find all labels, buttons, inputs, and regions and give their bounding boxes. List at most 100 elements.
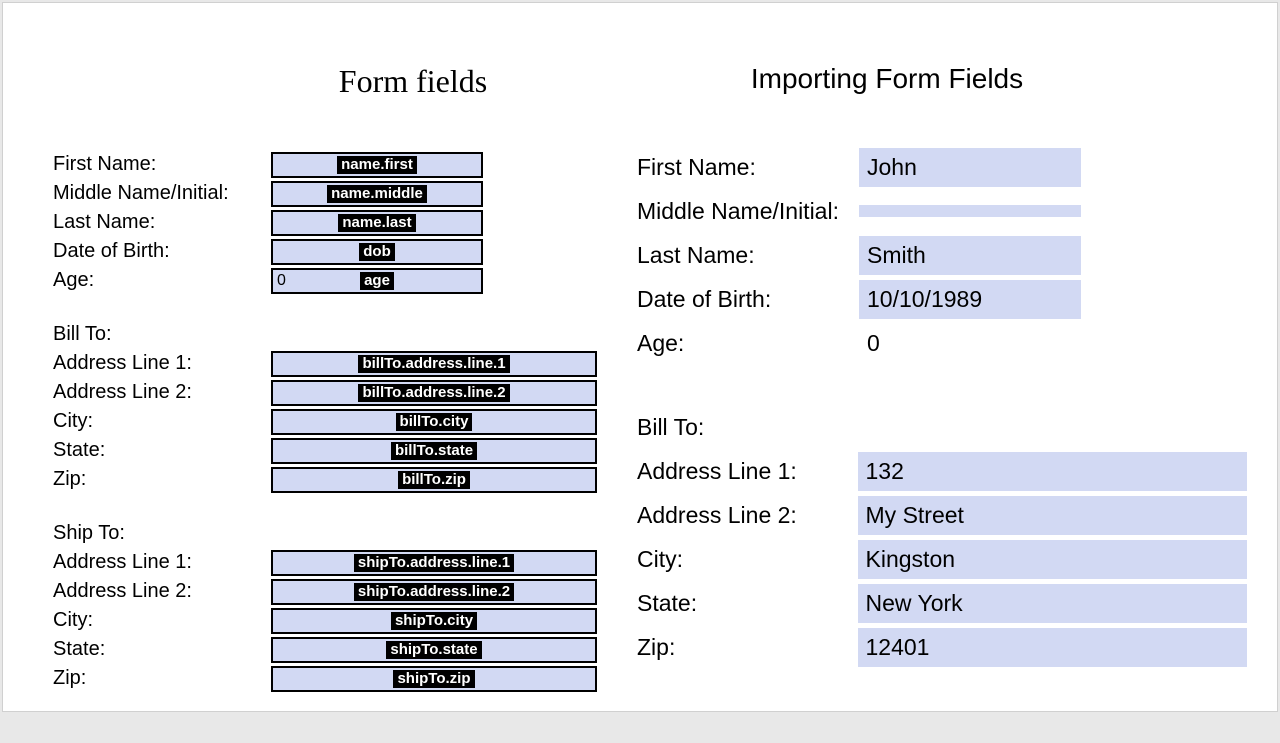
shipto-zip-label: Zip:: [53, 667, 271, 690]
shipto-addr2-label: Address Line 2:: [53, 580, 271, 603]
shipto-state-label: State:: [53, 638, 271, 661]
shipto-addr1-row: Address Line 1: shipTo.address.line.1: [53, 548, 597, 577]
r-billto-section-row: Bill To:: [637, 405, 1247, 449]
r-billto-section-label: Bill To:: [637, 414, 859, 441]
r-addr1-row: Address Line 1: 132: [637, 449, 1247, 493]
r-zip-value: 12401: [858, 628, 1247, 667]
age-tag: age: [360, 272, 394, 290]
billto-addr2-field[interactable]: billTo.address.line.2: [271, 380, 597, 406]
billto-addr2-tag: billTo.address.line.2: [358, 384, 509, 402]
r-addr2-label: Address Line 2:: [637, 502, 858, 529]
shipto-section-row: Ship To:: [53, 519, 597, 548]
r-first-name-value: John: [859, 148, 1081, 187]
shipto-state-row: State: shipTo.state: [53, 635, 597, 664]
dob-row: Date of Birth: dob: [53, 237, 597, 266]
r-age-label: Age:: [637, 330, 859, 357]
r-middle-name-row: Middle Name/Initial:: [637, 189, 1247, 233]
billto-state-tag: billTo.state: [391, 442, 477, 460]
middle-name-tag: name.middle: [327, 185, 427, 203]
r-first-name-row: First Name: John: [637, 145, 1247, 189]
age-label: Age:: [53, 269, 271, 292]
r-addr2-value: My Street: [858, 496, 1247, 535]
billto-addr2-label: Address Line 2:: [53, 381, 271, 404]
middle-name-label: Middle Name/Initial:: [53, 182, 271, 205]
shipto-zip-field[interactable]: shipTo.zip: [271, 666, 597, 692]
shipto-addr1-field[interactable]: shipTo.address.line.1: [271, 550, 597, 576]
r-city-row: City: Kingston: [637, 537, 1247, 581]
shipto-addr2-row: Address Line 2: shipTo.address.line.2: [53, 577, 597, 606]
middle-name-row: Middle Name/Initial: name.middle: [53, 179, 597, 208]
billto-addr1-tag: billTo.address.line.1: [358, 355, 509, 373]
billto-addr1-field[interactable]: billTo.address.line.1: [271, 351, 597, 377]
billto-state-row: State: billTo.state: [53, 436, 597, 465]
shipto-state-field[interactable]: shipTo.state: [271, 637, 597, 663]
billto-state-label: State:: [53, 439, 271, 462]
r-addr1-label: Address Line 1:: [637, 458, 858, 485]
last-name-row: Last Name: name.last: [53, 208, 597, 237]
form-fields-panel: Form fields First Name: name.first Middl…: [43, 33, 597, 711]
dob-label: Date of Birth:: [53, 240, 271, 263]
billto-addr1-label: Address Line 1:: [53, 352, 271, 375]
form-fields-title: Form fields: [233, 63, 593, 100]
shipto-addr2-field[interactable]: shipTo.address.line.2: [271, 579, 597, 605]
page-container: Form fields First Name: name.first Middl…: [2, 2, 1278, 712]
billto-addr1-row: Address Line 1: billTo.address.line.1: [53, 349, 597, 378]
r-state-row: State: New York: [637, 581, 1247, 625]
shipto-city-label: City:: [53, 609, 271, 632]
age-row: Age: 0 age: [53, 266, 597, 295]
importing-panel: Importing Form Fields First Name: John M…: [597, 33, 1247, 711]
billto-addr2-row: Address Line 2: billTo.address.line.2: [53, 378, 597, 407]
billto-city-field[interactable]: billTo.city: [271, 409, 597, 435]
shipto-city-row: City: shipTo.city: [53, 606, 597, 635]
age-field[interactable]: 0 age: [271, 268, 483, 294]
r-last-name-label: Last Name:: [637, 242, 859, 269]
importing-title: Importing Form Fields: [637, 63, 1137, 95]
first-name-label: First Name:: [53, 153, 271, 176]
r-addr1-value: 132: [858, 452, 1247, 491]
r-last-name-row: Last Name: Smith: [637, 233, 1247, 277]
r-zip-row: Zip: 12401: [637, 625, 1247, 669]
r-zip-label: Zip:: [637, 634, 858, 661]
last-name-field[interactable]: name.last: [271, 210, 483, 236]
middle-name-field[interactable]: name.middle: [271, 181, 483, 207]
shipto-city-tag: shipTo.city: [391, 612, 477, 630]
billto-city-label: City:: [53, 410, 271, 433]
r-state-label: State:: [637, 590, 858, 617]
r-age-value: 0: [859, 324, 888, 363]
shipto-section-label: Ship To:: [53, 522, 271, 545]
first-name-row: First Name: name.first: [53, 150, 597, 179]
first-name-tag: name.first: [337, 156, 417, 174]
shipto-addr1-label: Address Line 1:: [53, 551, 271, 574]
billto-zip-row: Zip: billTo.zip: [53, 465, 597, 494]
shipto-addr2-tag: shipTo.address.line.2: [354, 583, 514, 601]
billto-state-field[interactable]: billTo.state: [271, 438, 597, 464]
r-city-value: Kingston: [858, 540, 1247, 579]
first-name-field[interactable]: name.first: [271, 152, 483, 178]
r-age-row: Age: 0: [637, 321, 1247, 365]
billto-section-label: Bill To:: [53, 323, 271, 346]
age-zero-value: 0: [277, 272, 286, 290]
r-addr2-row: Address Line 2: My Street: [637, 493, 1247, 537]
r-middle-name-label: Middle Name/Initial:: [637, 198, 859, 225]
dob-tag: dob: [359, 243, 395, 261]
r-city-label: City:: [637, 546, 858, 573]
dob-field[interactable]: dob: [271, 239, 483, 265]
r-middle-name-value: [859, 205, 1081, 217]
billto-city-row: City: billTo.city: [53, 407, 597, 436]
billto-city-tag: billTo.city: [396, 413, 473, 431]
billto-zip-field[interactable]: billTo.zip: [271, 467, 597, 493]
shipto-zip-tag: shipTo.zip: [393, 670, 474, 688]
shipto-zip-row: Zip: shipTo.zip: [53, 664, 597, 693]
last-name-label: Last Name:: [53, 211, 271, 234]
billto-section-row: Bill To:: [53, 320, 597, 349]
billto-zip-tag: billTo.zip: [398, 471, 470, 489]
billto-zip-label: Zip:: [53, 468, 271, 491]
r-dob-value: 10/10/1989: [859, 280, 1081, 319]
last-name-tag: name.last: [338, 214, 415, 232]
shipto-state-tag: shipTo.state: [386, 641, 481, 659]
r-dob-label: Date of Birth:: [637, 286, 859, 313]
shipto-addr1-tag: shipTo.address.line.1: [354, 554, 514, 572]
r-dob-row: Date of Birth: 10/10/1989: [637, 277, 1247, 321]
r-first-name-label: First Name:: [637, 154, 859, 181]
shipto-city-field[interactable]: shipTo.city: [271, 608, 597, 634]
